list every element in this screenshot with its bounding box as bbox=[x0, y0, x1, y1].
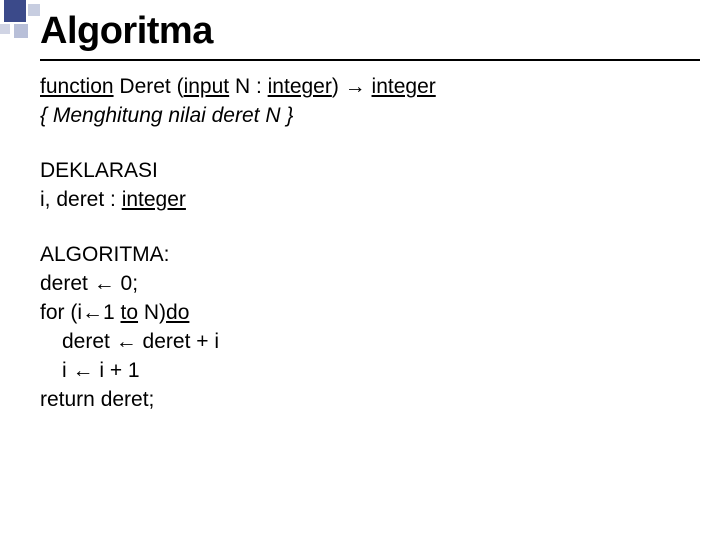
alg-l2-a: for (i←1 bbox=[40, 301, 121, 324]
slide-title: Algoritma bbox=[40, 10, 700, 53]
vars-type: integer bbox=[122, 188, 186, 211]
slide-content: Algoritma function Deret (input N : inte… bbox=[40, 10, 700, 415]
alg-line-2: for (i←1 to N)do bbox=[40, 299, 700, 328]
fn-close: ) → bbox=[332, 75, 372, 98]
title-rule bbox=[40, 59, 700, 61]
kw-function: function bbox=[40, 75, 114, 98]
alg-line-5: return deret; bbox=[40, 386, 700, 415]
body-text: function Deret (input N : integer) → int… bbox=[40, 73, 700, 415]
vars-names: i, deret : bbox=[40, 188, 122, 211]
algoritma-heading: ALGORITMA: bbox=[40, 241, 700, 270]
deklarasi-vars: i, deret : integer bbox=[40, 186, 700, 215]
kw-to: to bbox=[121, 301, 139, 324]
type-integer-2: integer bbox=[372, 75, 436, 98]
deklarasi-heading: DEKLARASI bbox=[40, 157, 700, 186]
type-integer-1: integer bbox=[268, 75, 332, 98]
alg-l2-b: N) bbox=[138, 301, 166, 324]
alg-line-1: deret ← 0; bbox=[40, 270, 700, 299]
algoritma-block: ALGORITMA: deret ← 0; for (i←1 to N)do d… bbox=[40, 241, 700, 415]
function-comment: { Menghitung nilai deret N } bbox=[40, 102, 700, 131]
fn-name: Deret ( bbox=[114, 75, 184, 98]
kw-input: input bbox=[184, 75, 230, 98]
alg-line-4: i ← i + 1 bbox=[40, 357, 700, 386]
function-signature-block: function Deret (input N : integer) → int… bbox=[40, 73, 700, 131]
kw-do: do bbox=[166, 301, 189, 324]
alg-line-3: deret ← deret + i bbox=[40, 328, 700, 357]
deklarasi-block: DEKLARASI i, deret : integer bbox=[40, 157, 700, 215]
function-signature: function Deret (input N : integer) → int… bbox=[40, 73, 700, 102]
fn-param: N : bbox=[229, 75, 268, 98]
